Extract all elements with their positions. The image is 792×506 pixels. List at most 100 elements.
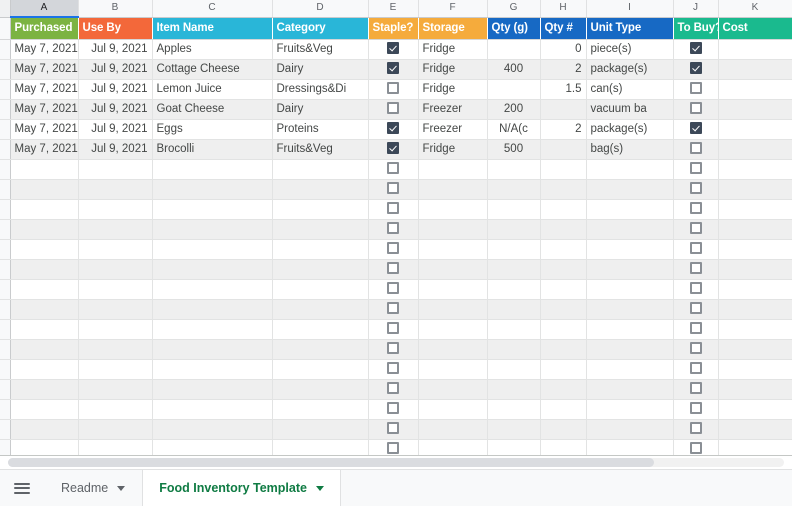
cell-to-buy[interactable] bbox=[673, 179, 719, 200]
cell-qty-g[interactable] bbox=[487, 159, 541, 180]
cell-to-buy[interactable] bbox=[673, 359, 719, 380]
cell-qty-num[interactable] bbox=[540, 259, 587, 280]
to-buy-checkbox[interactable] bbox=[689, 101, 702, 114]
cell-use-by[interactable]: Jul 9, 2021 bbox=[78, 59, 153, 80]
cell-purchased[interactable]: May 7, 2021 bbox=[10, 39, 79, 60]
cell-purchased[interactable]: May 7, 2021 bbox=[10, 139, 79, 160]
column-header-c[interactable]: C bbox=[152, 0, 273, 18]
cell-staple[interactable] bbox=[368, 99, 419, 120]
cell-category[interactable] bbox=[272, 179, 369, 200]
cell-cost[interactable] bbox=[718, 399, 792, 420]
cell-to-buy[interactable] bbox=[673, 39, 719, 60]
table-row[interactable]: May 7, 2021 Jul 9, 2021 Cottage Cheese Dair… bbox=[0, 59, 792, 80]
cell-unit-type[interactable]: vacuum ba bbox=[586, 99, 674, 120]
staple-checkbox[interactable] bbox=[387, 301, 399, 314]
cell-purchased[interactable] bbox=[10, 419, 79, 440]
cell-unit-type[interactable] bbox=[586, 219, 674, 240]
cell-qty-num[interactable]: 2 bbox=[540, 119, 587, 140]
header-cell-c[interactable]: Item Name bbox=[152, 17, 273, 40]
cell-category[interactable]: Dairy bbox=[272, 99, 369, 120]
cell-qty-g[interactable] bbox=[487, 339, 541, 360]
column-header-h[interactable]: H bbox=[540, 0, 587, 18]
cell-qty-g[interactable] bbox=[487, 319, 541, 340]
cell-category[interactable] bbox=[272, 339, 369, 360]
cell-qty-g[interactable]: 400 bbox=[487, 59, 541, 80]
cell-qty-num[interactable] bbox=[540, 399, 587, 420]
to-buy-checkbox[interactable] bbox=[689, 221, 702, 234]
table-row[interactable] bbox=[0, 399, 792, 420]
cell-unit-type[interactable] bbox=[586, 239, 674, 260]
staple-checkbox[interactable] bbox=[387, 381, 399, 394]
cell-to-buy[interactable] bbox=[673, 419, 719, 440]
staple-checkbox[interactable] bbox=[387, 81, 399, 94]
scrollbar-thumb[interactable] bbox=[8, 458, 654, 467]
cell-to-buy[interactable] bbox=[673, 139, 719, 160]
all-sheets-button[interactable] bbox=[0, 470, 44, 506]
cell-cost[interactable] bbox=[718, 419, 792, 440]
cell-purchased[interactable]: May 7, 2021 bbox=[10, 99, 79, 120]
cell-use-by[interactable]: Jul 9, 2021 bbox=[78, 39, 153, 60]
chevron-down-icon[interactable] bbox=[117, 485, 126, 491]
cell-qty-num[interactable]: 0 bbox=[540, 39, 587, 60]
table-row[interactable]: May 7, 2021 Jul 9, 2021 Lemon Juice Dressin… bbox=[0, 79, 792, 100]
cell-staple[interactable] bbox=[368, 379, 419, 400]
row-gutter[interactable] bbox=[0, 59, 11, 80]
staple-checkbox[interactable] bbox=[387, 281, 399, 294]
cell-cost[interactable] bbox=[718, 279, 792, 300]
row-gutter[interactable] bbox=[0, 279, 11, 300]
table-row[interactable] bbox=[0, 239, 792, 260]
cell-unit-type[interactable]: package(s) bbox=[586, 119, 674, 140]
header-cell-j[interactable]: To Buy? bbox=[673, 17, 719, 40]
row-gutter[interactable] bbox=[0, 159, 11, 180]
cell-use-by[interactable] bbox=[78, 359, 153, 380]
cell-storage[interactable] bbox=[418, 399, 488, 420]
row-gutter[interactable] bbox=[0, 359, 11, 380]
cell-cost[interactable] bbox=[718, 59, 792, 80]
to-buy-checkbox[interactable] bbox=[689, 201, 702, 214]
cell-storage[interactable] bbox=[418, 219, 488, 240]
cell-purchased[interactable] bbox=[10, 239, 79, 260]
row-gutter[interactable] bbox=[0, 299, 11, 320]
staple-checkbox[interactable] bbox=[387, 261, 399, 274]
cell-qty-g[interactable]: 500 bbox=[487, 139, 541, 160]
cell-storage[interactable]: Freezer bbox=[418, 119, 488, 140]
staple-checkbox[interactable] bbox=[387, 441, 399, 454]
header-cell-d[interactable]: Category bbox=[272, 17, 369, 40]
row-gutter[interactable] bbox=[0, 319, 11, 340]
cell-category[interactable] bbox=[272, 259, 369, 280]
cell-to-buy[interactable] bbox=[673, 199, 719, 220]
cell-cost[interactable] bbox=[718, 39, 792, 60]
row-gutter[interactable] bbox=[0, 239, 11, 260]
cell-qty-g[interactable] bbox=[487, 79, 541, 100]
cell-storage[interactable] bbox=[418, 179, 488, 200]
row-gutter[interactable] bbox=[0, 119, 11, 140]
table-row[interactable] bbox=[0, 179, 792, 200]
cell-cost[interactable] bbox=[718, 379, 792, 400]
sheet-table[interactable]: ABCDEFGHIJK Purchased Use By Item Name Cate… bbox=[0, 0, 792, 480]
cell-to-buy[interactable] bbox=[673, 119, 719, 140]
cell-cost[interactable] bbox=[718, 119, 792, 140]
cell-item-name[interactable] bbox=[152, 259, 273, 280]
staple-checkbox[interactable] bbox=[387, 41, 399, 54]
row-gutter[interactable] bbox=[0, 199, 11, 220]
cell-storage[interactable]: Fridge bbox=[418, 59, 488, 80]
cell-use-by[interactable]: Jul 9, 2021 bbox=[78, 119, 153, 140]
cell-qty-g[interactable] bbox=[487, 179, 541, 200]
cell-category[interactable] bbox=[272, 299, 369, 320]
cell-purchased[interactable]: May 7, 2021 bbox=[10, 79, 79, 100]
cell-item-name[interactable] bbox=[152, 419, 273, 440]
cell-use-by[interactable] bbox=[78, 219, 153, 240]
cell-item-name[interactable] bbox=[152, 399, 273, 420]
cell-category[interactable]: Dairy bbox=[272, 59, 369, 80]
cell-purchased[interactable] bbox=[10, 159, 79, 180]
cell-purchased[interactable] bbox=[10, 219, 79, 240]
cell-use-by[interactable]: Jul 9, 2021 bbox=[78, 99, 153, 120]
table-row[interactable] bbox=[0, 299, 792, 320]
row-gutter[interactable] bbox=[0, 139, 11, 160]
cell-to-buy[interactable] bbox=[673, 279, 719, 300]
cell-category[interactable] bbox=[272, 159, 369, 180]
table-row[interactable] bbox=[0, 199, 792, 220]
staple-checkbox[interactable] bbox=[387, 121, 399, 134]
cell-storage[interactable]: Freezer bbox=[418, 99, 488, 120]
to-buy-checkbox[interactable] bbox=[689, 321, 702, 334]
